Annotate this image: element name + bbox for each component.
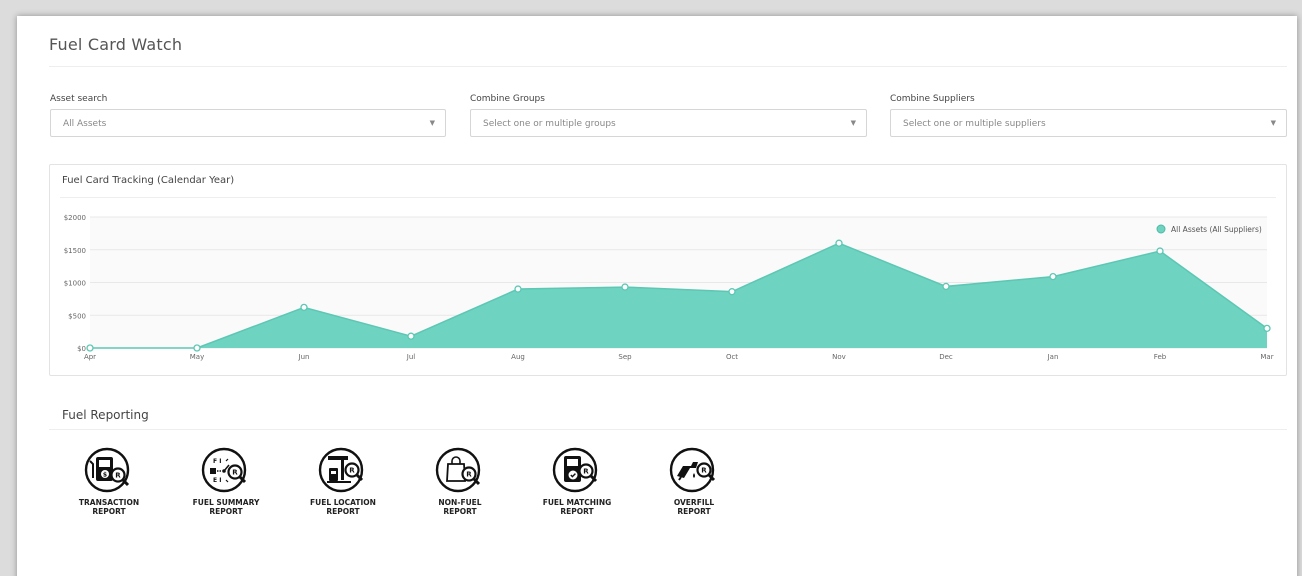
data-point: [728, 288, 736, 296]
fuel-tracking-chart: $0 $500 $1000 $1500 $2000 Apr May Jun Jul Aug Sep O…: [64, 214, 1274, 361]
overfill-report-button[interactable]: R OVERFILL REPORT: [639, 446, 749, 516]
data-point: [1263, 324, 1271, 333]
data-point: [1156, 247, 1164, 255]
data-point: [300, 303, 308, 312]
non-fuel-report-label: NON-FUEL REPORT: [438, 498, 482, 516]
svg-text:R: R: [466, 471, 472, 479]
x-tick-label: Nov: [832, 353, 846, 361]
fuel-matching-report-button[interactable]: R FUEL MATCHING REPORT: [522, 446, 632, 516]
overfill-report-label: OVERFILL REPORT: [673, 498, 715, 516]
asset-search-label: Asset search: [50, 94, 108, 104]
data-point: [407, 332, 415, 340]
transaction-report-icon: $ R: [84, 447, 130, 493]
overfill-report-icon: R: [669, 447, 716, 493]
y-tick-label: $2000: [64, 214, 86, 222]
x-tick-label: Apr: [84, 353, 96, 361]
y-tick-label: $0: [77, 345, 86, 353]
legend-label: All Assets (All Suppliers): [1171, 225, 1262, 234]
combine-suppliers-label: Combine Suppliers: [890, 94, 975, 104]
x-tick-label: Jul: [406, 353, 416, 361]
x-tick-label: Jan: [1047, 353, 1059, 361]
asset-search-select[interactable]: All Assets ▼: [50, 109, 446, 137]
asset-search-value: All Assets: [63, 119, 107, 129]
data-point: [1049, 272, 1057, 281]
svg-text:R: R: [349, 467, 355, 475]
data-point: [86, 344, 94, 352]
non-fuel-report-icon: R: [435, 447, 481, 493]
non-fuel-report-button[interactable]: R NON-FUEL REPORT: [405, 446, 515, 516]
x-tick-label: Jun: [298, 353, 310, 361]
svg-text:R: R: [701, 467, 707, 475]
x-tick-label: Mar: [1260, 353, 1273, 361]
combine-groups-label: Combine Groups: [470, 94, 545, 104]
chevron-down-icon: ▼: [850, 119, 856, 127]
fuel-summary-report-label: FUEL SUMMARY REPORT: [192, 498, 260, 516]
data-point: [193, 344, 201, 352]
page-title: Fuel Card Watch: [49, 35, 183, 54]
combine-suppliers-select[interactable]: Select one or multiple suppliers ▼: [890, 109, 1287, 137]
fuel-location-report-icon: R: [318, 447, 364, 493]
page-container: Fuel Card Watch Asset search All Assets …: [17, 16, 1297, 576]
chevron-down-icon: ▼: [1270, 119, 1276, 127]
y-tick-label: $1500: [64, 247, 86, 255]
fuel-matching-report-label: FUEL MATCHING REPORT: [542, 498, 612, 516]
chart-panel: Fuel Card Tracking (Calendar Year) $0 $50…: [49, 164, 1287, 376]
svg-text:R: R: [583, 468, 589, 476]
x-tick-label: Oct: [726, 353, 738, 361]
fuel-location-report-label: FUEL LOCATION REPORT: [310, 498, 376, 516]
data-point: [942, 282, 950, 291]
x-tick-label: May: [190, 353, 204, 361]
svg-text:E I: E I: [213, 477, 221, 484]
svg-text:R: R: [115, 472, 121, 480]
fuel-reporting-title: Fuel Reporting: [62, 408, 149, 422]
fuel-location-report-button[interactable]: R FUEL LOCATION REPORT: [288, 446, 398, 516]
svg-text:F I: F I: [213, 458, 221, 465]
combine-groups-placeholder: Select one or multiple groups: [483, 119, 616, 129]
svg-text:R: R: [232, 469, 238, 477]
fuel-summary-report-button[interactable]: F I E I R FUEL SUMMARY REPORT: [171, 446, 281, 516]
fuel-matching-report-icon: R: [552, 447, 598, 493]
x-tick-label: Aug: [511, 353, 525, 361]
data-point: [514, 285, 522, 293]
combine-groups-select[interactable]: Select one or multiple groups ▼: [470, 109, 867, 137]
fuel-summary-report-icon: F I E I R: [201, 447, 247, 493]
title-divider: [49, 66, 1287, 67]
transaction-report-label: TRANSACTION REPORT: [78, 498, 140, 516]
x-tick-label: Feb: [1154, 353, 1167, 361]
chevron-down-icon: ▼: [429, 119, 435, 127]
x-tick-label: Sep: [618, 353, 632, 361]
legend-swatch: [1156, 224, 1166, 234]
y-tick-label: $1000: [64, 280, 86, 288]
data-point: [621, 283, 629, 291]
x-tick-label: Dec: [939, 353, 953, 361]
y-tick-label: $500: [68, 312, 86, 320]
svg-text:$: $: [103, 472, 107, 479]
section-divider: [49, 429, 1287, 430]
transaction-report-button[interactable]: $ R TRANSACTION REPORT: [54, 446, 164, 516]
combine-suppliers-placeholder: Select one or multiple suppliers: [903, 119, 1046, 129]
data-point: [835, 239, 843, 247]
